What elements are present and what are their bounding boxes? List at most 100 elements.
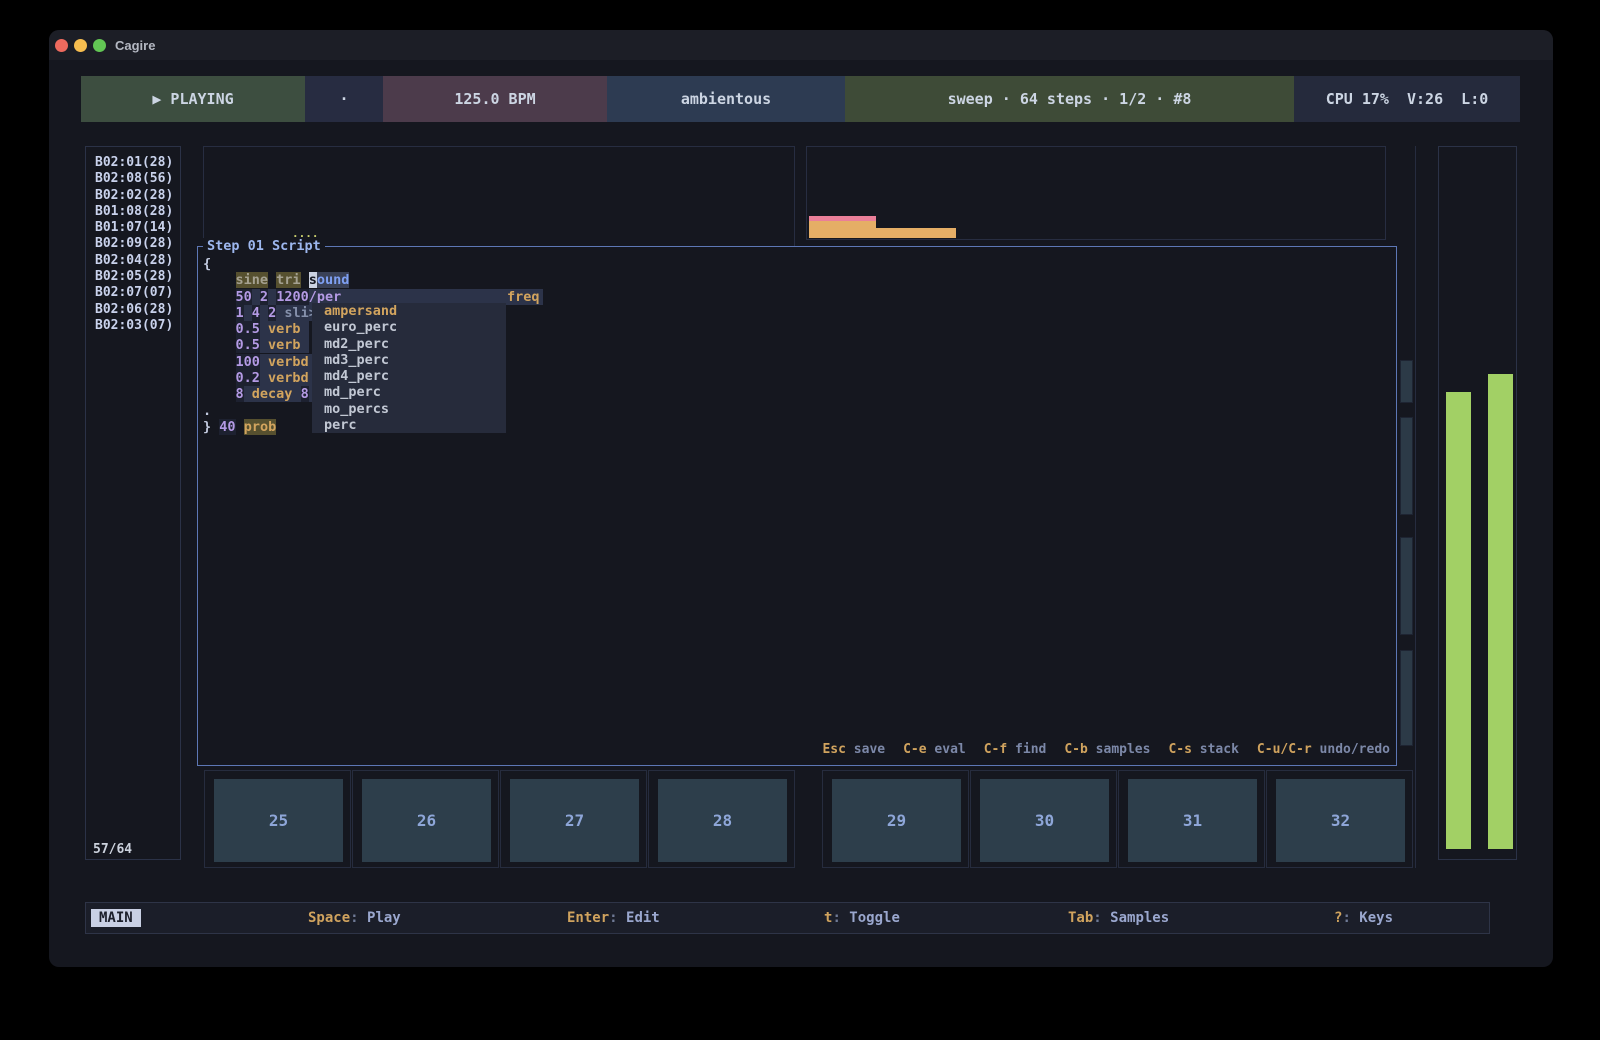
token: 50 [236, 289, 252, 305]
hint-item: C-u/C-r undo/redo [1257, 742, 1390, 757]
step-cell-body: 32 [1276, 779, 1405, 862]
key-hint: t: Toggle [824, 910, 900, 926]
token [244, 305, 252, 321]
token: 0.5 [236, 337, 260, 353]
selection-band: 0.5 verb [236, 321, 309, 337]
minimize-button[interactable] [74, 39, 87, 52]
token: : [350, 910, 367, 926]
sample-list-item[interactable]: B02:06(28) [86, 302, 180, 318]
gain-bar [876, 228, 956, 238]
step-cell-number: 32 [1331, 811, 1350, 830]
token [203, 354, 236, 370]
token: C-f [984, 742, 1007, 757]
autocomplete-item[interactable]: md_perc [312, 384, 506, 400]
token: freq [507, 289, 540, 305]
status-segment-stats: CPU 17% V:26 L:0 [1294, 76, 1520, 122]
meter-panel [1438, 146, 1517, 860]
occluded-cell-sliver [1400, 650, 1413, 746]
selection-band: 0.2 verbd [236, 370, 317, 386]
token: Enter [567, 910, 609, 926]
token [292, 386, 300, 402]
occluded-cell-sliver [1400, 537, 1413, 635]
status-segment-dot: · [305, 76, 383, 122]
autocomplete-item[interactable]: md2_perc [312, 336, 506, 352]
token: Keys [1359, 910, 1393, 926]
hint-item: C-f find [984, 742, 1047, 757]
step-cell[interactable]: 25 [204, 770, 351, 868]
token: eval [927, 742, 966, 757]
token: 8 [301, 386, 309, 402]
step-cell[interactable]: 32 [1266, 770, 1413, 868]
key-hint: Space: Play [308, 910, 401, 926]
token: 8 [236, 386, 244, 402]
gain-bar-fill [809, 221, 876, 238]
token: ound [317, 272, 350, 288]
token: Play [367, 910, 401, 926]
status-segment-transport: ▶ PLAYING [81, 76, 305, 122]
step-cell-number: 25 [269, 811, 288, 830]
sample-list-item[interactable]: B01:08(28) [86, 204, 180, 220]
step-cell[interactable]: 27 [500, 770, 647, 868]
token: 1200 [276, 289, 309, 305]
hint-item: Esc save [822, 742, 885, 757]
autocomplete-item[interactable]: euro_perc [312, 319, 506, 335]
autocomplete-item[interactable]: ampersand [312, 303, 506, 319]
token: C-s [1168, 742, 1191, 757]
sample-list-item[interactable]: B02:04(28) [86, 253, 180, 269]
sample-list-item[interactable]: B02:07(07) [86, 285, 180, 301]
status-segment-pattern: sweep · 64 steps · 1/2 · #8 [845, 76, 1294, 122]
sample-list-item[interactable]: B02:02(28) [86, 188, 180, 204]
token: sli [284, 305, 308, 321]
step-cell-body: 27 [510, 779, 639, 862]
token: s [309, 272, 317, 288]
sample-list-item[interactable]: B02:01(28) [86, 155, 180, 171]
step-cell[interactable]: 26 [352, 770, 499, 868]
step-cell[interactable]: 29 [822, 770, 969, 868]
sample-list-item[interactable]: B02:03(07) [86, 318, 180, 334]
sample-list-item[interactable]: B02:09(28) [86, 236, 180, 252]
token: Edit [626, 910, 660, 926]
autocomplete-item[interactable]: mo_percs [312, 401, 506, 417]
token: save [846, 742, 885, 757]
token: Esc [822, 742, 845, 757]
autocomplete-item[interactable]: md3_perc [312, 352, 506, 368]
step-cell-number: 28 [713, 811, 732, 830]
token: verbd [268, 354, 309, 370]
grid-right-edge [1415, 146, 1416, 868]
key-hint: Enter: Edit [567, 910, 660, 926]
bottom-bar: MAIN Space: PlayEnter: Editt: ToggleTab:… [85, 902, 1490, 934]
step-cell-body: 30 [980, 779, 1109, 862]
sample-list-item[interactable]: B02:05(28) [86, 269, 180, 285]
code-line: { [203, 256, 1391, 272]
gain-bar [809, 216, 876, 238]
step-cell[interactable]: 30 [970, 770, 1117, 868]
close-button[interactable] [55, 39, 68, 52]
token: : [1093, 910, 1110, 926]
token [203, 370, 236, 386]
token: : [832, 910, 849, 926]
token: C-u/C-r [1257, 742, 1312, 757]
step-cell-number: 30 [1035, 811, 1054, 830]
zoom-button[interactable] [93, 39, 106, 52]
token [203, 321, 236, 337]
step-cell-number: 26 [417, 811, 436, 830]
sample-list-item[interactable]: B01:07(14) [86, 220, 180, 236]
token: 2 [268, 305, 276, 321]
hint-item: C-s stack [1168, 742, 1238, 757]
token [236, 419, 244, 435]
status-segment-scene: ambientous [607, 76, 845, 122]
sample-list-item[interactable]: B02:08(56) [86, 171, 180, 187]
token: . [203, 403, 211, 419]
vu-meter-bar [1446, 392, 1471, 849]
step-cell[interactable]: 31 [1118, 770, 1265, 868]
step-cell[interactable]: 28 [648, 770, 795, 868]
autocomplete-item[interactable]: perc [312, 417, 506, 433]
token: verb [268, 321, 301, 337]
step-row: 25 26 27 28 29 30 31 32 [49, 770, 1553, 868]
script-editor-panel[interactable]: Step 01 Script { sine tri sound 50 2 120… [197, 246, 1397, 766]
token: Samples [1110, 910, 1169, 926]
step-cell-body: 31 [1128, 779, 1257, 862]
key-hint: Tab: Samples [1068, 910, 1169, 926]
autocomplete-item[interactable]: md4_perc [312, 368, 506, 384]
selection-band: 100 verbd [236, 354, 317, 370]
